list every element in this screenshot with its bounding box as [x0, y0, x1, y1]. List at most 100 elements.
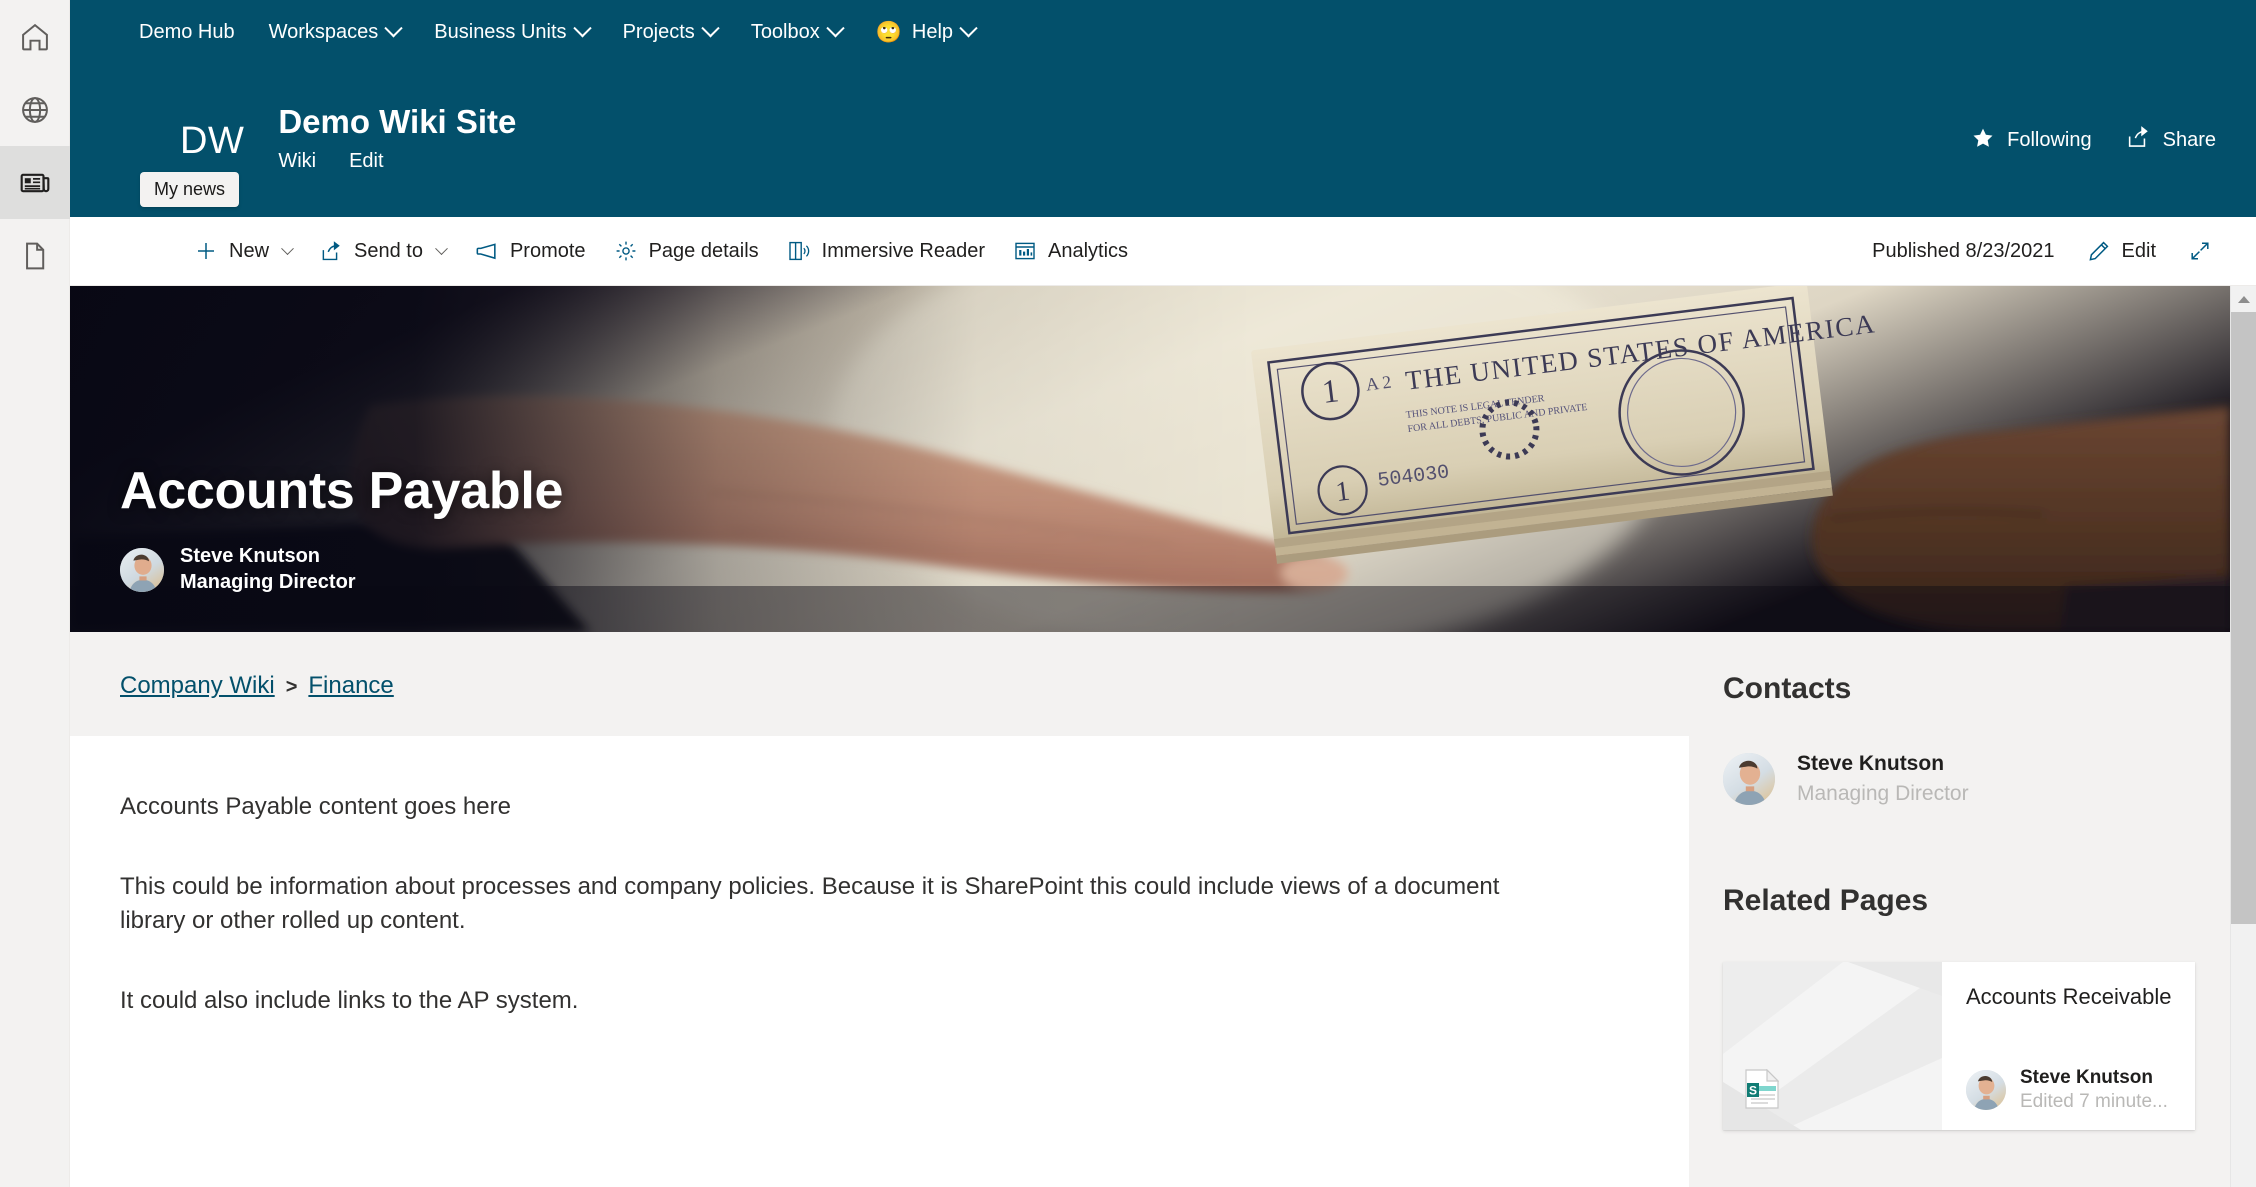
gear-icon: [614, 239, 638, 263]
sharepoint-page-icon: S: [1745, 1068, 1780, 1114]
hero-content: Accounts Payable Steve Knutson Managing …: [120, 463, 563, 594]
rail-item-my-news[interactable]: [0, 146, 70, 219]
command-bar: New Send to Promote Page details Immersi…: [70, 217, 2256, 286]
site-nav-item-edit[interactable]: Edit: [349, 150, 383, 177]
page-scrollbar[interactable]: [2230, 286, 2256, 1187]
send-to-icon: [320, 240, 343, 263]
full-screen-button[interactable]: [2174, 223, 2226, 279]
chevron-down-icon: [701, 18, 720, 37]
published-status: Published 8/23/2021: [1872, 239, 2055, 262]
immersive-reader-button[interactable]: Immersive Reader: [773, 223, 999, 279]
avatar: [120, 547, 164, 592]
avatar: [1966, 1069, 2006, 1110]
analytics-label: Analytics: [1048, 239, 1129, 262]
star-icon: [1971, 126, 1995, 156]
hub-nav-label: Projects: [622, 21, 695, 43]
contacts-title: Contacts: [1723, 672, 1852, 705]
breadcrumb-item-company-wiki[interactable]: Company Wiki: [120, 672, 275, 700]
pencil-icon: [2087, 239, 2111, 263]
page-title: Accounts Payable: [120, 461, 564, 520]
hero-author: Steve Knutson Managing Director: [120, 545, 563, 594]
rail-item-my-files[interactable]: [0, 219, 70, 292]
share-button[interactable]: Share: [2126, 125, 2216, 156]
stage: Demo Hub Workspaces Business Units Proje…: [70, 0, 2256, 1187]
related-pages-title: Related Pages: [1723, 883, 1929, 917]
hub-nav-item-toolbox[interactable]: Toolbox: [734, 0, 859, 64]
svg-text:S: S: [1749, 1083, 1757, 1097]
send-to-label: Send to: [354, 239, 423, 262]
hero-author-role: Managing Director: [180, 571, 356, 593]
chevron-down-icon: [826, 18, 845, 37]
scrollbar-thumb[interactable]: [2230, 312, 2256, 924]
hub-nav-item-business-units[interactable]: Business Units: [417, 0, 605, 64]
contact-item[interactable]: Steve Knutson Managing Director: [1723, 750, 2188, 808]
hub-nav-item-help[interactable]: 🙄 Help: [859, 0, 992, 64]
site-nav-item-wiki[interactable]: Wiki: [278, 150, 316, 177]
edit-button[interactable]: Edit: [2073, 223, 2170, 279]
page-canvas: 1 1 THE UNITED STATES OF AMERICA THIS NO…: [70, 286, 2230, 1187]
new-button[interactable]: New: [180, 223, 306, 279]
hub-nav-item-demo-hub[interactable]: Demo Hub: [122, 0, 252, 64]
site-header-actions: Following Share: [1971, 125, 2216, 156]
following-label: Following: [2007, 129, 2092, 151]
rail-item-my-sites[interactable]: [0, 73, 70, 146]
body-paragraph: Accounts Payable content goes here: [120, 793, 511, 820]
command-bar-right: Published 8/23/2021 Edit: [1858, 223, 2226, 279]
hub-nav-label: Demo Hub: [139, 21, 235, 43]
related-page-meta: Steve Knutson Edited 7 minute...: [1966, 1066, 2179, 1114]
body-paragraph: This could be information about processe…: [120, 873, 1500, 935]
body-paragraph: It could also include links to the AP sy…: [120, 987, 579, 1015]
hub-nav-item-projects[interactable]: Projects: [606, 0, 734, 64]
promote-label: Promote: [509, 239, 586, 262]
promote-button[interactable]: Promote: [460, 223, 600, 279]
news-icon: [18, 166, 52, 200]
hub-nav-label: Business Units: [434, 21, 567, 43]
chevron-up-icon: [2237, 295, 2250, 303]
contact-name: Steve Knutson: [1797, 752, 1945, 775]
megaphone-icon: [474, 239, 499, 264]
site-title[interactable]: Demo Wiki Site: [278, 103, 516, 140]
my-news-tooltip: My news: [140, 172, 240, 207]
site-header: DW Demo Wiki Site Wiki Edit Following Sh…: [70, 64, 2256, 217]
page-content: Company Wiki > Finance Accounts Payable …: [70, 632, 2230, 1187]
related-page-edited: Edited 7 minute...: [2020, 1090, 2168, 1112]
related-page-name: Accounts Receivable: [1966, 983, 2172, 1009]
chevron-down-icon: [959, 18, 978, 37]
hub-nav-label: Workspaces: [268, 21, 379, 43]
immersive-reader-label: Immersive Reader: [821, 239, 986, 262]
breadcrumb-separator: >: [285, 676, 298, 698]
following-button[interactable]: Following: [1971, 126, 2092, 156]
rail-item-home[interactable]: [0, 0, 70, 73]
page-details-button[interactable]: Page details: [600, 223, 773, 279]
related-page-info: Accounts Receivable Steve Knutson Edited…: [1942, 962, 2195, 1130]
hub-nav-item-workspaces[interactable]: Workspaces: [252, 0, 418, 64]
related-page-card[interactable]: S Accounts Receivable Steve Knutson Edit…: [1723, 961, 2195, 1130]
hub-nav-label: Toolbox: [750, 21, 820, 43]
hero-author-text: Steve Knutson Managing Director: [180, 545, 356, 594]
breadcrumb-item-finance[interactable]: Finance: [308, 672, 393, 700]
document-icon: [18, 239, 52, 273]
scroll-up-button[interactable]: [2231, 286, 2256, 312]
analytics-button[interactable]: Analytics: [999, 223, 1142, 279]
edit-label: Edit: [2121, 239, 2156, 262]
chevron-down-icon: [281, 241, 294, 255]
hero-banner: 1 1 THE UNITED STATES OF AMERICA THIS NO…: [70, 286, 2230, 632]
plus-icon: [194, 239, 218, 263]
hub-nav-label: Help: [911, 21, 954, 43]
text-webpart: Accounts Payable content goes here This …: [70, 736, 1689, 1187]
scrollbar-track[interactable]: [2230, 312, 2256, 1187]
page-details-label: Page details: [648, 239, 759, 262]
scroll-area: 1 1 THE UNITED STATES OF AMERICA THIS NO…: [70, 286, 2256, 1187]
related-page-author-block: Steve Knutson Edited 7 minute...: [2020, 1066, 2168, 1114]
sidebar-column: Contacts Steve Knutson Managing Director…: [1689, 632, 2230, 1187]
related-page-author: Steve Knutson: [2020, 1067, 2154, 1089]
avatar: [1723, 752, 1775, 805]
send-to-button[interactable]: Send to: [306, 223, 460, 279]
full-screen-icon: [2188, 239, 2212, 263]
new-label: New: [229, 239, 270, 262]
immersive-reader-icon: [787, 239, 811, 263]
app-root: Demo Hub Workspaces Business Units Proje…: [0, 0, 2256, 1187]
rolling-eyes-emoji-icon: 🙄: [875, 20, 902, 44]
main-column: Company Wiki > Finance Accounts Payable …: [70, 632, 1689, 1187]
site-logo[interactable]: DW: [180, 122, 244, 160]
